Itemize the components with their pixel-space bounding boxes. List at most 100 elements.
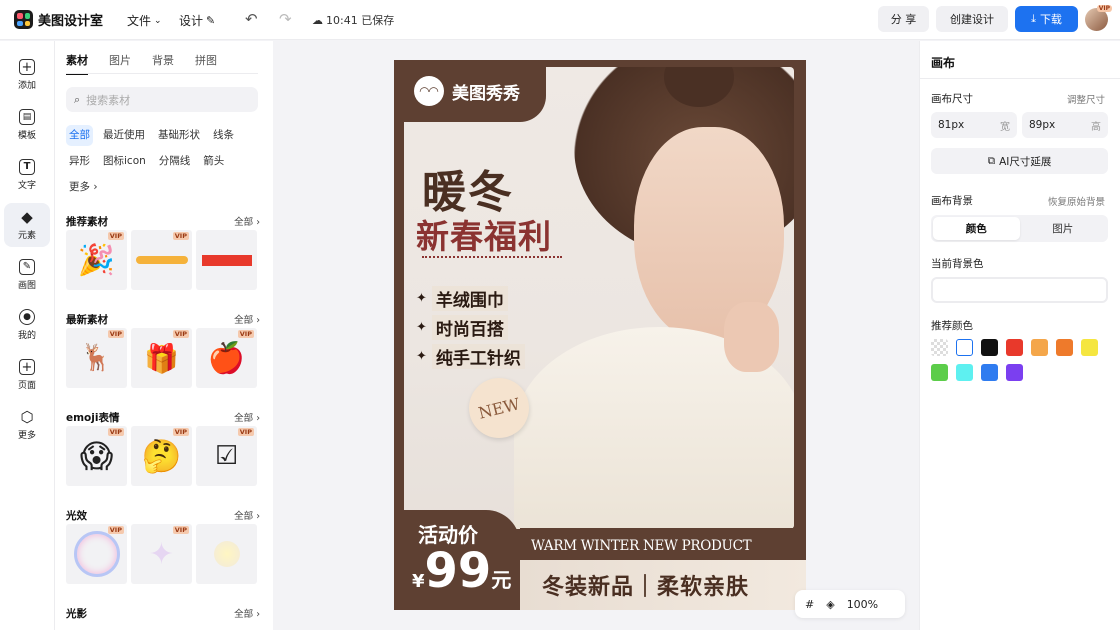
swatch-cyan[interactable] bbox=[956, 364, 973, 381]
width-input[interactable]: 81px 宽 bbox=[931, 112, 1017, 138]
asset-glow[interactable] bbox=[196, 524, 257, 584]
price-value[interactable]: ¥ 99 元 bbox=[412, 544, 511, 598]
chip-all[interactable]: 全部 bbox=[66, 125, 93, 146]
see-all-link[interactable]: 全部 › bbox=[234, 312, 260, 326]
asset-reindeer-sleigh[interactable]: 🦌 VIP bbox=[66, 328, 127, 388]
download-button[interactable]: ⤓ 下载 bbox=[1015, 6, 1078, 32]
ai-extend-label: AI尺寸延展 bbox=[999, 155, 1052, 168]
poster-design[interactable]: ◠◠ 美图秀秀 暖冬 新春福利 ✦ 羊绒围巾 ✦ 时尚百搭 ✦ 纯手工针织 NE… bbox=[394, 60, 806, 610]
asset-sparkle[interactable]: ✦ VIP bbox=[131, 524, 192, 584]
asset-emoji-shocked[interactable]: 😱 VIP bbox=[66, 426, 127, 486]
sparkle-icon: ✦ bbox=[416, 291, 427, 306]
vip-tag: VIP bbox=[107, 232, 124, 240]
brand-tab[interactable]: ◠◠ 美图秀秀 bbox=[394, 60, 546, 122]
asset-red-bar[interactable] bbox=[196, 230, 257, 290]
swatch-red[interactable] bbox=[1006, 339, 1023, 356]
asset-apple[interactable]: 🍎 VIP bbox=[196, 328, 257, 388]
height-input[interactable]: 89px 高 bbox=[1022, 112, 1108, 138]
properties-panel: 画布 画布尺寸 调整尺寸 81px 宽 89px 高 ⧉ AI尺寸延展 画布背景… bbox=[919, 41, 1120, 630]
chip-icons[interactable]: 图标icon bbox=[100, 151, 149, 172]
section-light-shadow: 光影 全部 › bbox=[66, 606, 260, 621]
zoom-level[interactable]: 100% bbox=[847, 598, 878, 611]
asset-bubble[interactable]: VIP bbox=[66, 524, 127, 584]
chip-arrows[interactable]: 箭头 bbox=[200, 151, 227, 172]
nav-page[interactable]: + 页面 bbox=[4, 353, 50, 397]
nav-template[interactable]: ▤ 模板 bbox=[4, 103, 50, 147]
asset-brush-stroke[interactable]: VIP bbox=[131, 230, 192, 290]
chip-recent[interactable]: 最近使用 bbox=[100, 125, 148, 146]
layers-icon[interactable]: ◈ bbox=[826, 598, 834, 611]
create-design-button[interactable]: 创建设计 bbox=[936, 6, 1008, 32]
asset-emoji-check[interactable]: ☑ VIP bbox=[196, 426, 257, 486]
swatch-transparent[interactable] bbox=[931, 339, 948, 356]
nav-text[interactable]: T 文字 bbox=[4, 153, 50, 197]
swatch-yellow[interactable] bbox=[1081, 339, 1098, 356]
grid-icon[interactable]: # bbox=[805, 598, 814, 611]
see-all-link[interactable]: 全部 › bbox=[234, 410, 260, 424]
see-all-label: 全部 bbox=[234, 609, 254, 620]
price-unit: 元 bbox=[491, 568, 512, 592]
vip-tag: VIP bbox=[107, 526, 124, 534]
panel-title: 画布 bbox=[931, 56, 956, 70]
tab-backgrounds[interactable]: 背景 bbox=[152, 52, 174, 75]
bg-tab-image[interactable]: 图片 bbox=[1020, 217, 1107, 240]
thinking-emoji-icon: 🤔 bbox=[141, 437, 182, 475]
feature-item[interactable]: ✦ 纯手工针织 bbox=[416, 344, 525, 369]
sparkle-icon: ✦ bbox=[416, 320, 427, 335]
feature-item[interactable]: ✦ 羊绒围巾 bbox=[416, 286, 508, 311]
design-menu[interactable]: 设计 ✎ bbox=[179, 12, 215, 29]
swatch-green[interactable] bbox=[931, 364, 948, 381]
nav-label: 模板 bbox=[17, 131, 36, 141]
current-bg-color-field[interactable] bbox=[931, 277, 1108, 303]
tab-images[interactable]: 图片 bbox=[109, 52, 131, 75]
swatch-purple[interactable] bbox=[1006, 364, 1023, 381]
nav-mine[interactable]: ● 我的 bbox=[4, 303, 50, 347]
restore-bg-link[interactable]: 恢复原始背景 bbox=[1048, 194, 1105, 208]
add-page-icon: + bbox=[19, 359, 35, 375]
check-emoji-icon: ☑ bbox=[214, 441, 239, 471]
tab-divider bbox=[66, 73, 258, 74]
swatch-orange[interactable] bbox=[1056, 339, 1073, 356]
see-all-link[interactable]: 全部 › bbox=[234, 606, 260, 620]
asset-party-popper[interactable]: 🎉 VIP bbox=[66, 230, 127, 290]
chip-more[interactable]: 更多 › bbox=[66, 177, 101, 198]
feature-text: 时尚百搭 bbox=[431, 315, 508, 340]
chevron-down-icon: ⌄ bbox=[154, 15, 162, 26]
chip-dividers[interactable]: 分隔线 bbox=[156, 151, 194, 172]
slogan-text[interactable]: 冬装新品｜柔软亲肤 bbox=[520, 560, 806, 610]
undo-icon[interactable]: ↶ bbox=[245, 11, 258, 27]
nav-draw[interactable]: ✎ 画图 bbox=[4, 253, 50, 297]
swatch-white[interactable] bbox=[956, 339, 973, 356]
app-logo[interactable]: 美图设计室 bbox=[14, 10, 103, 29]
nav-elements[interactable]: ◆ 元素 bbox=[4, 203, 50, 247]
swatch-black[interactable] bbox=[981, 339, 998, 356]
tab-collage[interactable]: 拼图 bbox=[195, 52, 217, 75]
share-button[interactable]: 分 享 bbox=[878, 6, 929, 32]
adjust-size-link[interactable]: 调整尺寸 bbox=[1067, 92, 1105, 106]
tab-materials[interactable]: 素材 bbox=[66, 52, 88, 75]
chip-irregular[interactable]: 异形 bbox=[66, 151, 93, 172]
ai-extend-button[interactable]: ⧉ AI尺寸延展 bbox=[931, 148, 1108, 174]
english-tagline[interactable]: WARM WINTER NEW PRODUCT bbox=[531, 538, 752, 554]
swatch-light-orange[interactable] bbox=[1031, 339, 1048, 356]
redo-icon[interactable]: ↷ bbox=[279, 11, 292, 27]
see-all-link[interactable]: 全部 › bbox=[234, 508, 260, 522]
feature-text: 羊绒围巾 bbox=[431, 286, 508, 311]
feature-item[interactable]: ✦ 时尚百搭 bbox=[416, 315, 508, 340]
asset-gift-snowglobe[interactable]: 🎁 VIP bbox=[131, 328, 192, 388]
see-all-link[interactable]: 全部 › bbox=[234, 214, 260, 228]
chip-basic-shapes[interactable]: 基础形状 bbox=[155, 125, 203, 146]
nav-more[interactable]: ⬡ 更多 bbox=[4, 403, 50, 447]
bg-tab-color[interactable]: 颜色 bbox=[933, 217, 1020, 240]
asset-emoji-thinking[interactable]: 🤔 VIP bbox=[131, 426, 192, 486]
swatch-blue[interactable] bbox=[981, 364, 998, 381]
subheadline-text[interactable]: 新春福利 bbox=[416, 210, 552, 258]
vip-badge: VIP bbox=[1096, 5, 1112, 12]
cube-icon: ⬡ bbox=[20, 407, 34, 426]
chip-lines[interactable]: 线条 bbox=[210, 125, 237, 146]
search-input[interactable]: ⌕ 搜索素材 bbox=[66, 87, 258, 112]
file-menu[interactable]: 文件 ⌄ bbox=[127, 12, 162, 29]
nav-add[interactable]: + 添加 bbox=[4, 53, 50, 97]
avatar[interactable]: VIP bbox=[1085, 5, 1112, 31]
vip-tag: VIP bbox=[172, 428, 189, 436]
